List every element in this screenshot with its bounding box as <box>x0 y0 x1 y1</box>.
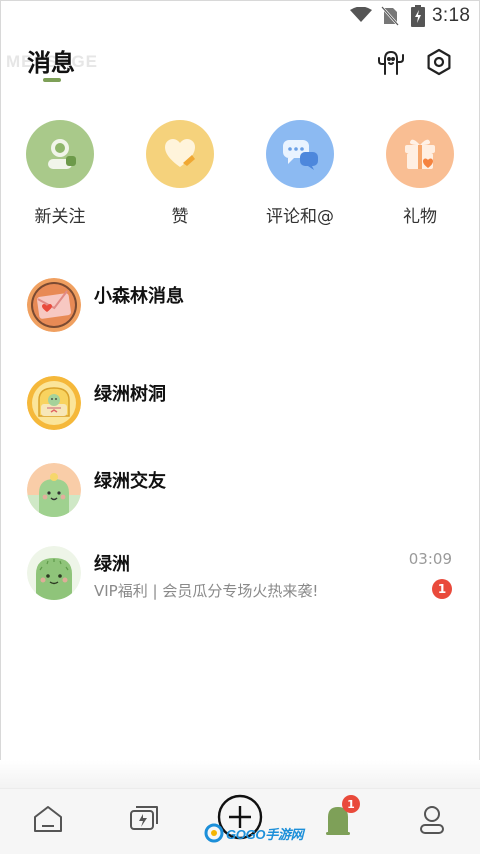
nav-home[interactable] <box>26 799 70 843</box>
category-row: 新关注 赞 评论和@ 礼物 <box>0 120 480 240</box>
comment-icon <box>266 120 334 188</box>
message-row-forest[interactable]: 小森林消息 <box>0 266 480 346</box>
category-label: 新关注 <box>34 207 86 227</box>
unread-badge: 1 <box>432 579 452 599</box>
message-time: 03:09 <box>408 550 452 568</box>
new-follow-icon <box>26 120 94 188</box>
category-likes[interactable]: 赞 <box>130 120 230 227</box>
settings-button[interactable] <box>423 48 455 80</box>
category-gifts[interactable]: 礼物 <box>370 120 470 227</box>
wifi-icon <box>350 6 372 27</box>
message-name: 小森林消息 <box>94 286 184 307</box>
nav-badge: 1 <box>342 795 360 813</box>
battery-charging-icon <box>411 5 425 31</box>
bottom-fade <box>0 760 480 788</box>
heart-icon <box>146 120 214 188</box>
header: MESSAGE 消息 <box>0 34 480 94</box>
category-comments[interactable]: 评论和@ <box>250 120 350 227</box>
watermark-logo-icon <box>204 823 224 843</box>
category-label: 赞 <box>171 207 189 227</box>
cactus-friend-avatar <box>27 463 81 517</box>
message-name: 绿洲树洞 <box>94 384 166 405</box>
category-label: 礼物 <box>403 207 437 227</box>
message-row-friends[interactable]: 绿洲交友 <box>0 451 480 531</box>
tree-hole-avatar <box>27 376 81 430</box>
envelope-avatar <box>27 278 81 332</box>
nav-profile[interactable] <box>410 799 454 843</box>
watermark-text: GOGO手游网 <box>226 826 304 842</box>
site-watermark-logo: GOGO手游网 <box>204 820 304 846</box>
cactus-button[interactable] <box>375 48 407 80</box>
message-row-tree-hole[interactable]: 绿洲树洞 <box>0 364 480 444</box>
page-title: 消息 <box>27 49 75 77</box>
flash-message-icon <box>128 804 160 838</box>
oasis-cactus-avatar <box>27 546 81 600</box>
no-sim-icon <box>381 6 399 30</box>
nav-messages[interactable]: 1 <box>316 795 360 843</box>
gift-icon <box>386 120 454 188</box>
title-underline <box>43 78 61 82</box>
status-bar: 3:18 <box>0 0 480 34</box>
profile-icon <box>417 803 447 839</box>
settings-icon <box>424 47 454 81</box>
nav-feed[interactable] <box>122 799 166 843</box>
home-icon <box>32 804 64 838</box>
message-name: 绿洲 <box>94 554 130 575</box>
message-preview: VIP福利 | 会员瓜分专场火热来袭! <box>94 582 319 600</box>
status-time: 3:18 <box>432 5 471 26</box>
message-name: 绿洲交友 <box>94 471 166 492</box>
message-row-oasis[interactable]: 绿洲 VIP福利 | 会员瓜分专场火热来袭! 03:09 1 <box>0 534 480 614</box>
category-new-follow[interactable]: 新关注 <box>10 120 110 227</box>
cactus-icon <box>376 47 406 81</box>
category-label: 评论和@ <box>266 207 334 227</box>
